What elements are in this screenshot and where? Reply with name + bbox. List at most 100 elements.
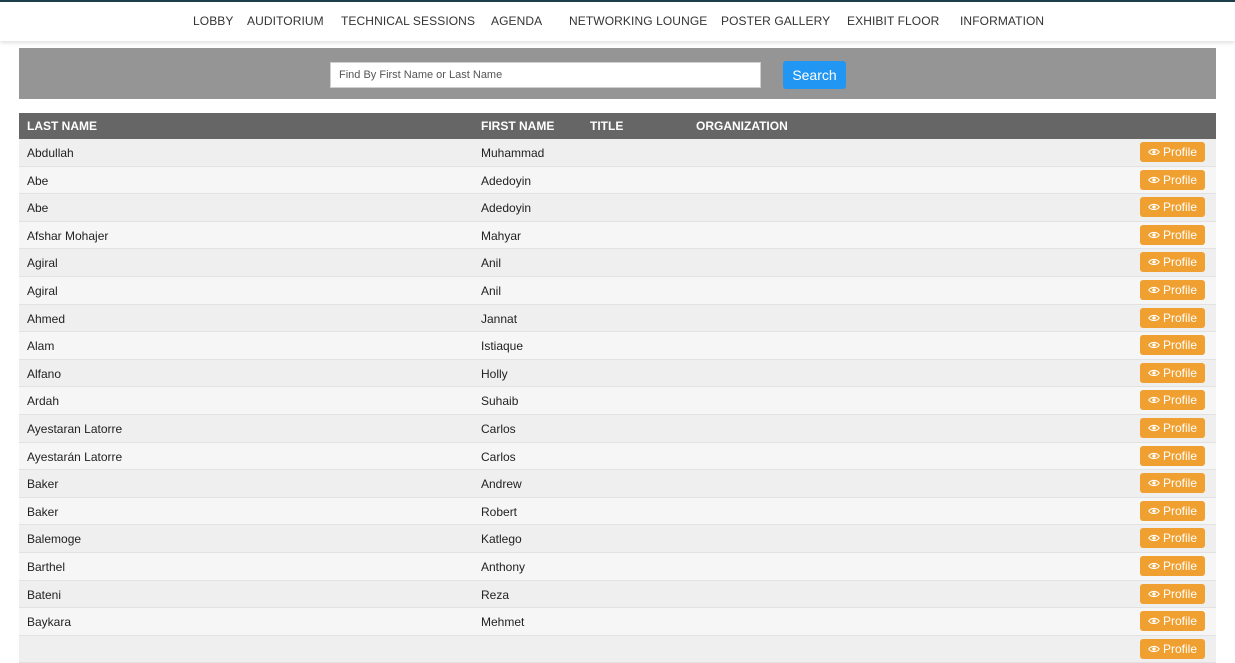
cell-first-name: Carlos: [481, 449, 516, 464]
cell-last-name: Afshar Mohajer: [27, 228, 109, 243]
table-row: Bateni Reza Profile: [19, 580, 1216, 609]
cell-last-name: Abdullah: [27, 146, 74, 160]
cell-first-name: Jannat: [481, 311, 518, 326]
cell-first-name: Anthony: [481, 559, 526, 574]
table-row: Alam Istiaque Profile: [19, 332, 1216, 360]
cell-last-name: Baykara: [27, 615, 72, 630]
cell-first-name: Adedoyin: [481, 201, 532, 216]
table-body: Abdullah Muhammad Profile Abe Adedoyin Profil…: [19, 139, 1216, 663]
eye-icon: [1148, 535, 1160, 542]
cell-last-name: Baker: [27, 477, 59, 492]
cell-last-name: Barthel: [27, 559, 66, 574]
profile-button-label: Profile: [1162, 614, 1197, 629]
eye-icon: [1148, 231, 1160, 238]
cell-last-name: Abe: [27, 201, 49, 216]
nav-exhibit-floor[interactable]: EXHIBIT FLOOR: [847, 14, 939, 28]
cell-first-name: Anil: [481, 283, 502, 298]
table-row: Ardah Suhaib Profile: [19, 387, 1216, 415]
profile-button[interactable]: Profile: [1140, 445, 1205, 466]
nav-agenda[interactable]: AGENDA: [491, 14, 542, 28]
table-row: Agiral Anil Profile: [19, 276, 1216, 305]
profile-button-label: Profile: [1162, 503, 1197, 518]
nav-networking-lounge[interactable]: NETWORKING LOUNGE: [569, 14, 707, 28]
nav-technical-sessions[interactable]: TECHNICAL SESSIONS: [341, 14, 475, 28]
profile-button[interactable]: Profile: [1140, 638, 1205, 659]
eye-icon: [1148, 590, 1160, 597]
cell-first-name: Holly: [481, 366, 508, 381]
cell-first-name: Muhammad: [481, 146, 545, 160]
profile-button-label: Profile: [1162, 476, 1197, 491]
cell-first-name: Suhaib: [481, 394, 519, 409]
cell-first-name: Andrew: [481, 477, 522, 492]
profile-button-label: Profile: [1162, 255, 1197, 270]
eye-icon: [1148, 507, 1160, 514]
eye-icon: [1148, 314, 1160, 321]
profile-button[interactable]: Profile: [1140, 390, 1205, 411]
profile-button[interactable]: Profile: [1140, 555, 1205, 576]
profile-button[interactable]: Profile: [1140, 417, 1205, 438]
profile-button[interactable]: Profile: [1140, 528, 1205, 549]
column-header-first-name[interactable]: FIRST NAME: [481, 119, 554, 133]
eye-icon: [1148, 562, 1160, 569]
profile-button[interactable]: Profile: [1140, 142, 1205, 162]
profile-button[interactable]: Profile: [1140, 362, 1205, 383]
table-row: Baykara Mehmet Profile: [19, 608, 1216, 636]
cell-first-name: Adedoyin: [481, 173, 532, 188]
column-header-title[interactable]: TITLE: [590, 119, 623, 133]
cell-last-name: Agiral: [27, 283, 58, 298]
profile-button[interactable]: Profile: [1140, 169, 1205, 190]
eye-icon: [1148, 148, 1160, 156]
cell-first-name: Istiaque: [481, 339, 524, 354]
cell-first-name: Robert: [481, 504, 518, 519]
nav-information[interactable]: INFORMATION: [960, 14, 1044, 28]
eye-icon: [1148, 452, 1160, 459]
table-row: Barthel Anthony Profile: [19, 552, 1216, 581]
profile-button-label: Profile: [1162, 531, 1197, 546]
table-row: Baker Andrew Profile: [19, 470, 1216, 498]
profile-button-label: Profile: [1162, 310, 1197, 325]
profile-button[interactable]: Profile: [1140, 224, 1205, 245]
cell-first-name: Mahyar: [481, 228, 522, 243]
cell-last-name: Alam: [27, 339, 55, 354]
profile-button[interactable]: Profile: [1140, 500, 1205, 521]
eye-icon: [1148, 286, 1160, 294]
search-button[interactable]: Search: [783, 61, 846, 89]
search-bar: Search: [19, 48, 1216, 99]
table-row: Balemoge Katlego Profile: [19, 525, 1216, 553]
cell-first-name: Mehmet: [481, 615, 525, 630]
cell-last-name: Ahmed: [27, 311, 66, 326]
cell-last-name: Ayestarán Latorre: [27, 449, 123, 464]
cell-first-name: Katlego: [481, 532, 522, 547]
cell-last-name: Ayestaran Latorre: [27, 421, 123, 436]
table-row: Abdullah Muhammad Profile: [19, 139, 1216, 167]
eye-icon: [1148, 480, 1160, 487]
profile-button[interactable]: Profile: [1140, 473, 1205, 494]
table-row: Ayestarán Latorre Carlos Profile: [19, 442, 1216, 471]
profile-button-label: Profile: [1162, 641, 1197, 656]
cell-last-name: Ardah: [27, 394, 60, 409]
profile-button-label: Profile: [1162, 558, 1197, 573]
nav-poster-gallery[interactable]: POSTER GALLERY: [721, 14, 830, 28]
cell-last-name: Balemoge: [27, 532, 82, 547]
profile-button[interactable]: Profile: [1140, 252, 1205, 273]
nav-auditorium[interactable]: AUDITORIUM: [247, 14, 324, 28]
profile-button[interactable]: Profile: [1140, 583, 1205, 604]
cell-last-name: Agiral: [27, 256, 58, 271]
column-header-last-name[interactable]: LAST NAME: [27, 119, 97, 133]
table-row: Ahmed Jannat Profile: [19, 304, 1216, 333]
column-header-organization[interactable]: ORGANIZATION: [696, 119, 788, 133]
profile-button-label: Profile: [1162, 282, 1197, 297]
profile-button[interactable]: Profile: [1140, 335, 1205, 356]
profile-button-label: Profile: [1162, 172, 1197, 187]
cell-last-name: Abe: [27, 173, 49, 188]
table-row: Abe Adedoyin Profile: [19, 166, 1216, 195]
search-input[interactable]: [330, 62, 761, 88]
profile-button[interactable]: Profile: [1140, 279, 1205, 300]
profile-button[interactable]: Profile: [1140, 611, 1205, 632]
profile-button[interactable]: Profile: [1140, 197, 1205, 218]
profile-button-label: Profile: [1162, 338, 1197, 353]
nav-lobby[interactable]: LOBBY: [193, 14, 234, 28]
table-row: Baker Robert Profile: [19, 497, 1216, 526]
profile-button[interactable]: Profile: [1140, 307, 1205, 328]
eye-icon: [1148, 424, 1160, 432]
